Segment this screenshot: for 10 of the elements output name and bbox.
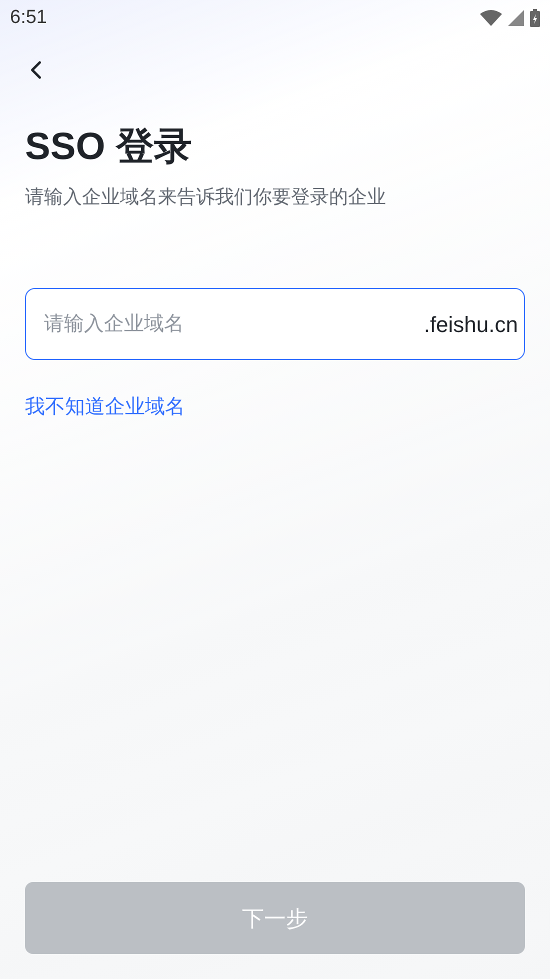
page-subtitle: 请输入企业域名来告诉我们你要登录的企业 (25, 186, 387, 210)
domain-input-field[interactable]: 请输入企业域名 .feishu.cn (25, 288, 525, 360)
wifi-icon (480, 10, 502, 26)
page-title: SSO 登录 (25, 125, 193, 170)
help-link[interactable]: 我不知道企业域名 (25, 392, 185, 422)
battery-icon (530, 9, 540, 27)
domain-suffix: .feishu.cn (424, 310, 518, 338)
signal-icon (508, 10, 524, 26)
status-time: 6:51 (10, 6, 47, 30)
domain-input[interactable]: 请输入企业域名 (44, 309, 424, 339)
